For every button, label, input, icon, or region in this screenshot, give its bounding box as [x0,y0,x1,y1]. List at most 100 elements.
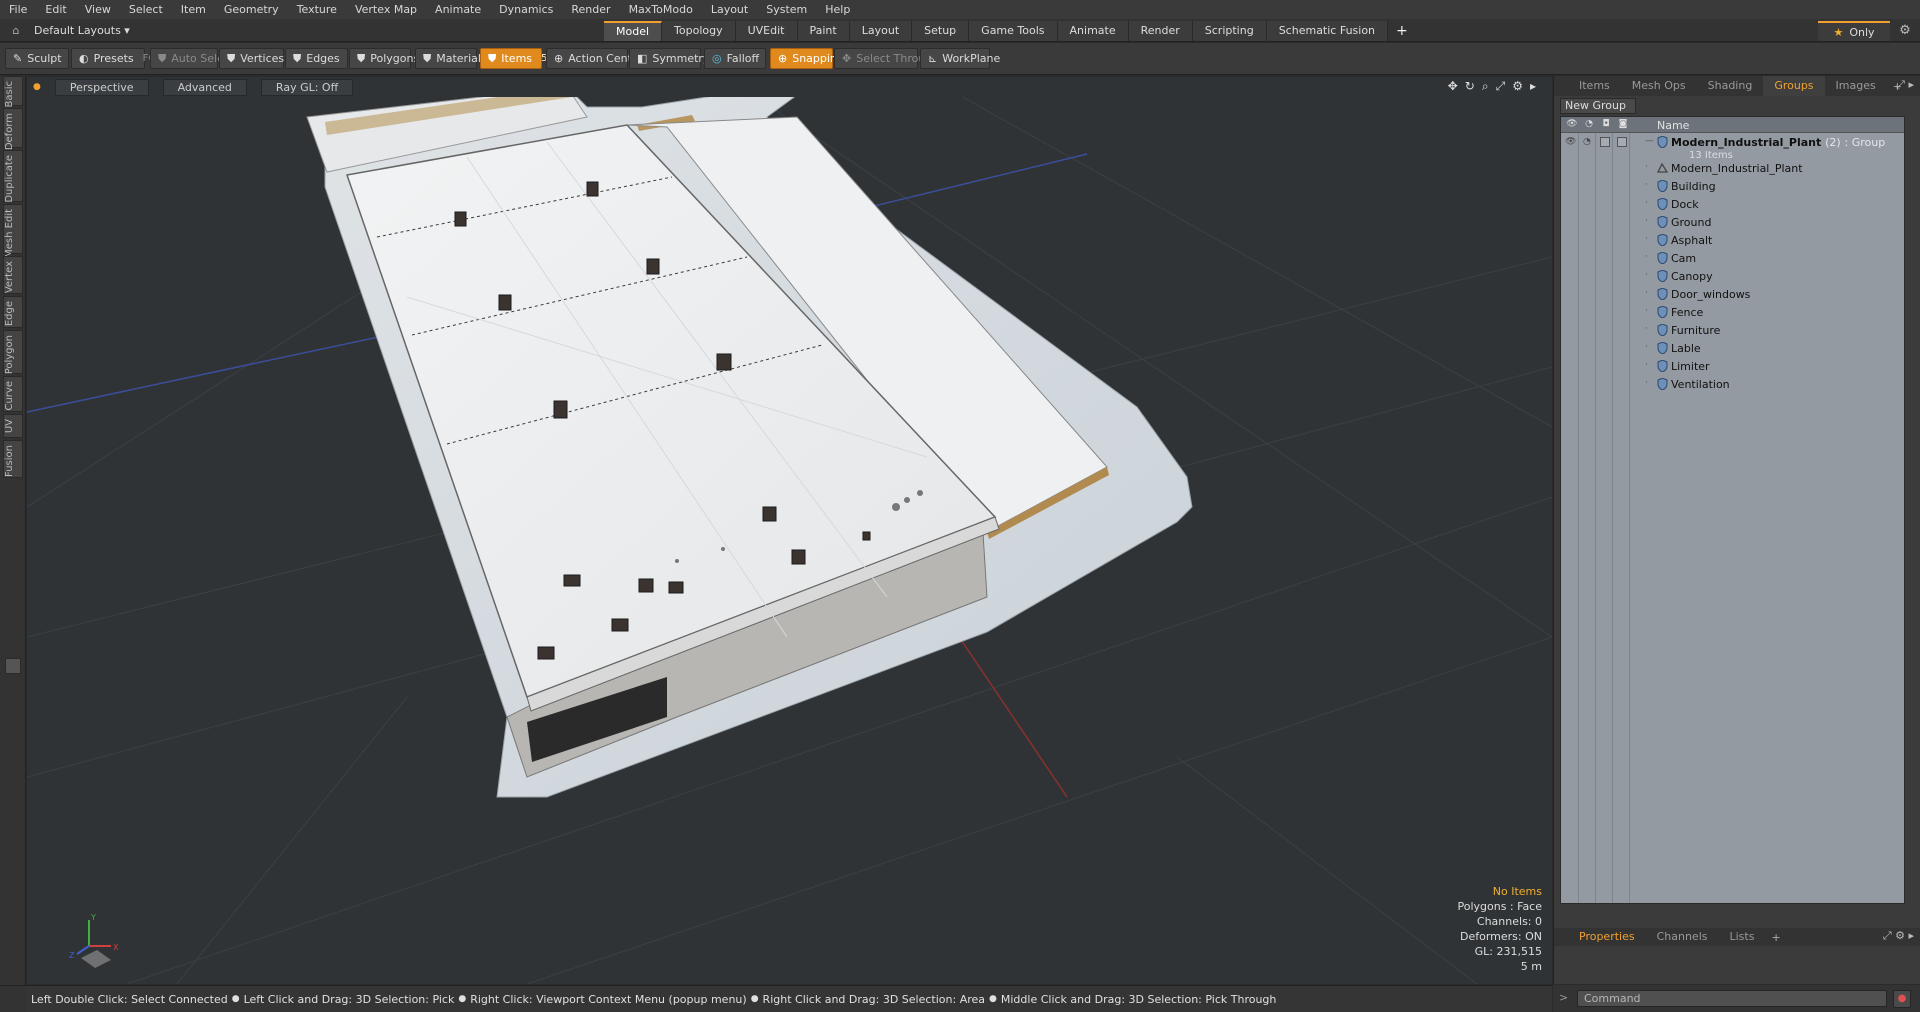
menu-edit[interactable]: Edit [36,0,75,19]
vtab-vertex[interactable]: Vertex [3,256,23,294]
action-center-button[interactable]: ⊕ Action Center [546,48,643,69]
menu-dynamics[interactable]: Dynamics [490,0,562,19]
vertices-button[interactable]: ⛊Vertices1 [219,48,300,69]
tab-render[interactable]: Render [1128,21,1193,41]
vtab-basic[interactable]: Basic [3,76,23,107]
vtab-fusion[interactable]: Fusion [3,440,23,478]
vtab-curve[interactable]: Curve [3,376,23,412]
add-properties-tab-icon[interactable]: + [1765,931,1786,944]
collapse-arrow-icon[interactable]: — [1645,136,1654,146]
edges-button[interactable]: ⛊Edges2 [285,48,355,69]
tab-layout[interactable]: Layout [849,21,913,41]
visibility-col-icon[interactable]: 👁 [1565,119,1579,131]
snapping-button[interactable]: ⊕ Snapping [770,48,844,69]
only-toggle-button[interactable]: ★ Only [1818,21,1890,41]
auto-select-button[interactable]: ⛊ Auto Select [150,48,234,69]
select-checkbox[interactable] [1617,137,1627,147]
select-through-button[interactable]: ✥ Select Through [834,48,939,69]
menu-item[interactable]: Item [172,0,215,19]
tab-lists[interactable]: Lists [1719,928,1766,946]
command-history-arrow-icon[interactable]: > [1559,991,1568,1004]
render-col-icon[interactable]: ◔ [1582,119,1596,131]
tab-scripting[interactable]: Scripting [1192,21,1267,41]
group-item-row[interactable]: · Ground [1561,215,1904,230]
lock-checkbox[interactable] [1600,137,1610,147]
menu-select[interactable]: Select [120,0,172,19]
layout-selector[interactable]: ⌂ Default Layouts ▾ [4,22,130,39]
menu-view[interactable]: View [76,0,120,19]
menu-maxtomodo[interactable]: MaxToModo [620,0,702,19]
menu-file[interactable]: File [0,0,36,19]
expand-panel-icon[interactable]: ⤢ ▸ [1896,78,1914,92]
record-macro-icon[interactable]: ● [1893,990,1911,1008]
gear-icon[interactable]: ⚙ [1896,22,1914,40]
new-group-button[interactable]: New Group [1560,98,1636,114]
3d-viewport[interactable]: ● Perspective Advanced Ray GL: Off ✥ ↻ ⌕… [27,77,1552,984]
sculpt-button[interactable]: ✎ Sculpt [5,48,69,69]
tab-paint[interactable]: Paint [797,21,850,41]
group-item-row[interactable]: · Fence [1561,305,1904,320]
viewport-gear-icon[interactable]: ⚙ [1512,79,1523,94]
viewport-menu-dot-icon[interactable]: ● [33,82,41,92]
view-mode-dropdown[interactable]: Perspective [54,78,149,96]
add-tab-icon[interactable]: + [1388,21,1416,41]
group-item-row[interactable]: · Cam [1561,251,1904,266]
group-item-row[interactable]: · Dock [1561,197,1904,212]
vtab-mesh-edit[interactable]: Mesh Edit [3,204,23,258]
vtab-uv[interactable]: UV [3,414,23,438]
name-column-header[interactable]: Name [1657,119,1689,132]
polygons-button[interactable]: ⛊ Polygons [349,48,419,69]
render-toggle-icon[interactable]: ◔ [1583,137,1591,147]
tab-topology[interactable]: Topology [662,21,736,41]
group-row-root[interactable]: 👁 ◔ — Modern_Industrial_Plant (2) : Grou… [1561,135,1904,161]
menu-geometry[interactable]: Geometry [215,0,288,19]
layout-home-icon[interactable]: ⌂ [4,24,28,37]
group-item-row[interactable]: · Canopy [1561,269,1904,284]
workplane-button[interactable]: ⊾ WorkPlane [920,48,1000,69]
tab-shading[interactable]: Shading [1697,76,1764,96]
tab-model[interactable]: Model [604,21,663,41]
menu-animate[interactable]: Animate [426,0,490,19]
group-item-row[interactable]: · Building [1561,179,1904,194]
shading-mode-dropdown[interactable]: Advanced [162,78,247,96]
menu-layout[interactable]: Layout [702,0,757,19]
viewport-expand-icon[interactable]: ▸ [1530,79,1536,94]
fit-view-icon[interactable]: ⤢ [1496,79,1506,94]
raygl-toggle[interactable]: Ray GL: Off [260,78,354,96]
falloff-button[interactable]: ◎ Falloff [704,48,766,69]
menu-system[interactable]: System [757,0,816,19]
pan-icon[interactable]: ✥ [1448,79,1458,94]
tab-properties[interactable]: Properties [1568,928,1646,946]
menu-render[interactable]: Render [562,0,619,19]
select-col-icon[interactable]: ◙ [1616,119,1630,131]
tab-animate[interactable]: Animate [1057,21,1129,41]
tab-items[interactable]: Items [1568,76,1621,96]
menu-texture[interactable]: Texture [288,0,346,19]
group-item-row[interactable]: · Limiter [1561,359,1904,374]
vtab-duplicate[interactable]: Duplicate [3,150,23,203]
tab-uvedit[interactable]: UVEdit [735,21,798,41]
properties-options-icon[interactable]: ⤢ ⚙ ▸ [1883,929,1914,943]
presets-button[interactable]: ◐ Presets F6 [71,48,155,69]
items-button[interactable]: ⛊ Items 5 [480,48,547,69]
tab-mesh-ops[interactable]: Mesh Ops [1621,76,1697,96]
lock-col-icon[interactable]: ◘ [1599,119,1613,131]
tab-setup[interactable]: Setup [912,21,970,41]
tab-groups[interactable]: Groups [1763,76,1825,96]
vtab-deform[interactable]: Deform [3,108,23,150]
tab-images[interactable]: Images [1825,76,1887,96]
rotate-icon[interactable]: ↻ [1465,79,1475,94]
group-item-row[interactable]: · Door_windows [1561,287,1904,302]
group-item-row[interactable]: · Lable [1561,341,1904,356]
menu-vertex-map[interactable]: Vertex Map [346,0,426,19]
materials-button[interactable]: ⛊ Materials [415,48,487,69]
vtab-edge[interactable]: Edge [3,296,23,328]
tab-game-tools[interactable]: Game Tools [969,21,1058,41]
group-item-row[interactable]: · Furniture [1561,323,1904,338]
group-item-row[interactable]: · Ventilation [1561,377,1904,392]
collapse-panel-button[interactable] [5,658,21,674]
tab-channels[interactable]: Channels [1646,928,1719,946]
symmetry-button[interactable]: ◧ Symmetry [629,48,709,69]
group-item-row[interactable]: · Asphalt [1561,233,1904,248]
tab-schematic-fusion[interactable]: Schematic Fusion [1266,21,1389,41]
